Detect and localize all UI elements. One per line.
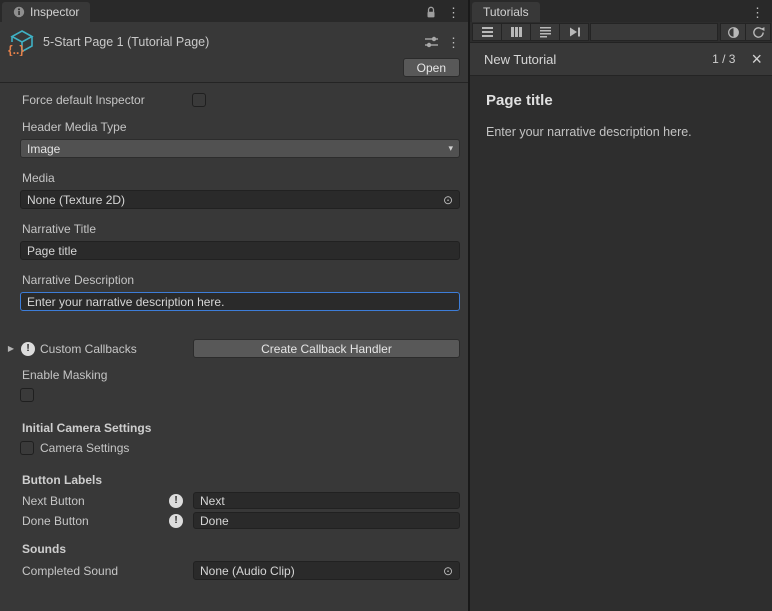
custom-callbacks-label: Custom Callbacks (40, 342, 137, 356)
completed-sound-label: Completed Sound (22, 564, 193, 578)
header-media-type-label: Header Media Type (22, 120, 468, 134)
scriptable-object-icon: {..} (8, 29, 35, 56)
force-default-row: Force default Inspector (22, 92, 460, 108)
tutorial-column-view-button[interactable] (501, 23, 531, 41)
warning-icon: ! (21, 342, 35, 356)
tutorials-toolbar (470, 22, 772, 43)
warning-icon: ! (169, 514, 183, 528)
tutorials-menu-icon[interactable]: ⋮ (751, 6, 764, 19)
enable-masking-checkbox[interactable] (20, 388, 34, 402)
next-button-row: Next Button ! (22, 492, 460, 509)
close-icon[interactable]: × (751, 50, 762, 68)
completed-sound-row: Completed Sound None (Audio Clip) ⊙ (22, 561, 460, 580)
tab-inspector[interactable]: Inspector (2, 2, 90, 22)
object-picker-icon[interactable]: ⊙ (437, 194, 453, 206)
tutorial-page-title: Page title (486, 92, 756, 109)
asset-title-row: {..} 5-Start Page 1 (Tutorial Page) ⋮ (8, 29, 460, 55)
media-object-value: None (Texture 2D) (27, 193, 125, 207)
column-view-icon (510, 26, 523, 38)
force-default-label: Force default Inspector (22, 93, 192, 107)
media-object-field[interactable]: None (Texture 2D) ⊙ (20, 190, 460, 209)
asset-menu-icon[interactable]: ⋮ (447, 36, 460, 49)
tab-tutorials[interactable]: Tutorials (472, 2, 540, 22)
narrative-title-input[interactable] (27, 244, 453, 258)
page-indicator: 1 / 3 (712, 52, 735, 66)
tutorial-header: New Tutorial 1 / 3 × (470, 43, 772, 76)
narrative-description-label: Narrative Description (22, 273, 468, 287)
inspector-tabstrip: Inspector ⋮ (0, 0, 468, 22)
tutorial-title: New Tutorial (484, 52, 712, 67)
tutorial-page-description: Enter your narrative description here. (486, 125, 756, 139)
list-view-icon (481, 26, 494, 38)
object-picker-icon[interactable]: ⊙ (437, 565, 453, 577)
reload-tutorial-button[interactable] (745, 23, 771, 41)
info-icon (13, 6, 25, 18)
tab-tutorials-label: Tutorials (483, 5, 529, 19)
done-button-field[interactable] (193, 512, 460, 529)
chevron-down-icon: ▾ (448, 143, 453, 154)
toolbar-spacer (590, 23, 718, 41)
enable-masking-label: Enable Masking (22, 368, 468, 382)
narrative-description-input[interactable] (27, 295, 453, 309)
inspector-panel: Inspector ⋮ {..} 5-Start (0, 0, 470, 611)
camera-settings-label: Camera Settings (40, 441, 129, 455)
create-callback-handler-button[interactable]: Create Callback Handler (193, 339, 460, 358)
inspector-menu-icon[interactable]: ⋮ (447, 6, 460, 19)
skip-to-end-button[interactable] (559, 23, 589, 41)
done-button-row: Done Button ! (22, 512, 460, 529)
tutorials-strip-icons: ⋮ (751, 6, 772, 22)
open-button-row: Open (8, 58, 460, 77)
masking-preview-icon (727, 26, 740, 39)
done-button-label: Done Button (22, 514, 169, 528)
masking-preview-button[interactable] (720, 23, 746, 41)
skip-to-end-icon (568, 26, 581, 38)
header-media-type-value: Image (27, 142, 60, 156)
narrative-title-field[interactable] (20, 241, 460, 260)
custom-callbacks-row: ▶ ! Custom Callbacks Create Callback Han… (6, 339, 460, 358)
asset-title: 5-Start Page 1 (Tutorial Page) (43, 35, 416, 49)
refresh-icon (752, 26, 765, 39)
inspector-strip-icons: ⋮ (425, 6, 468, 22)
narrative-description-field[interactable] (20, 292, 460, 311)
done-button-input[interactable] (200, 514, 453, 528)
header-media-type-dropdown[interactable]: Image ▾ (20, 139, 460, 158)
tutorial-content: Page title Enter your narrative descript… (470, 76, 772, 611)
completed-sound-value: None (Audio Clip) (200, 564, 295, 578)
open-button[interactable]: Open (403, 58, 460, 77)
sounds-header: Sounds (22, 542, 468, 556)
completed-sound-object-field[interactable]: None (Audio Clip) ⊙ (193, 561, 460, 580)
inspector-body: Force default Inspector Header Media Typ… (0, 83, 468, 611)
tutorials-panel: Tutorials ⋮ (470, 0, 772, 611)
lock-icon[interactable] (425, 6, 437, 19)
foldout-arrow-icon[interactable]: ▶ (6, 344, 16, 353)
svg-text:{..}: {..} (8, 43, 24, 56)
warning-icon: ! (169, 494, 183, 508)
media-label: Media (22, 171, 468, 185)
camera-settings-row: Camera Settings (20, 440, 468, 456)
force-default-checkbox[interactable] (192, 93, 206, 107)
presets-icon[interactable] (424, 35, 439, 49)
text-lines-icon (539, 26, 552, 38)
button-labels-header: Button Labels (22, 473, 468, 487)
custom-callbacks-foldout[interactable]: ▶ ! Custom Callbacks (6, 342, 193, 356)
tutorial-text-view-button[interactable] (530, 23, 560, 41)
unity-editor-window: Inspector ⋮ {..} 5-Start (0, 0, 772, 611)
inspector-header: {..} 5-Start Page 1 (Tutorial Page) ⋮ Op… (0, 22, 468, 83)
initial-camera-settings-header: Initial Camera Settings (22, 421, 468, 435)
tutorials-tabstrip: Tutorials ⋮ (470, 0, 772, 22)
next-button-field[interactable] (193, 492, 460, 509)
next-button-label: Next Button (22, 494, 169, 508)
tab-inspector-label: Inspector (30, 5, 79, 19)
next-button-input[interactable] (200, 494, 453, 508)
tutorial-list-view-button[interactable] (472, 23, 502, 41)
narrative-title-label: Narrative Title (22, 222, 468, 236)
camera-settings-checkbox[interactable] (20, 441, 34, 455)
